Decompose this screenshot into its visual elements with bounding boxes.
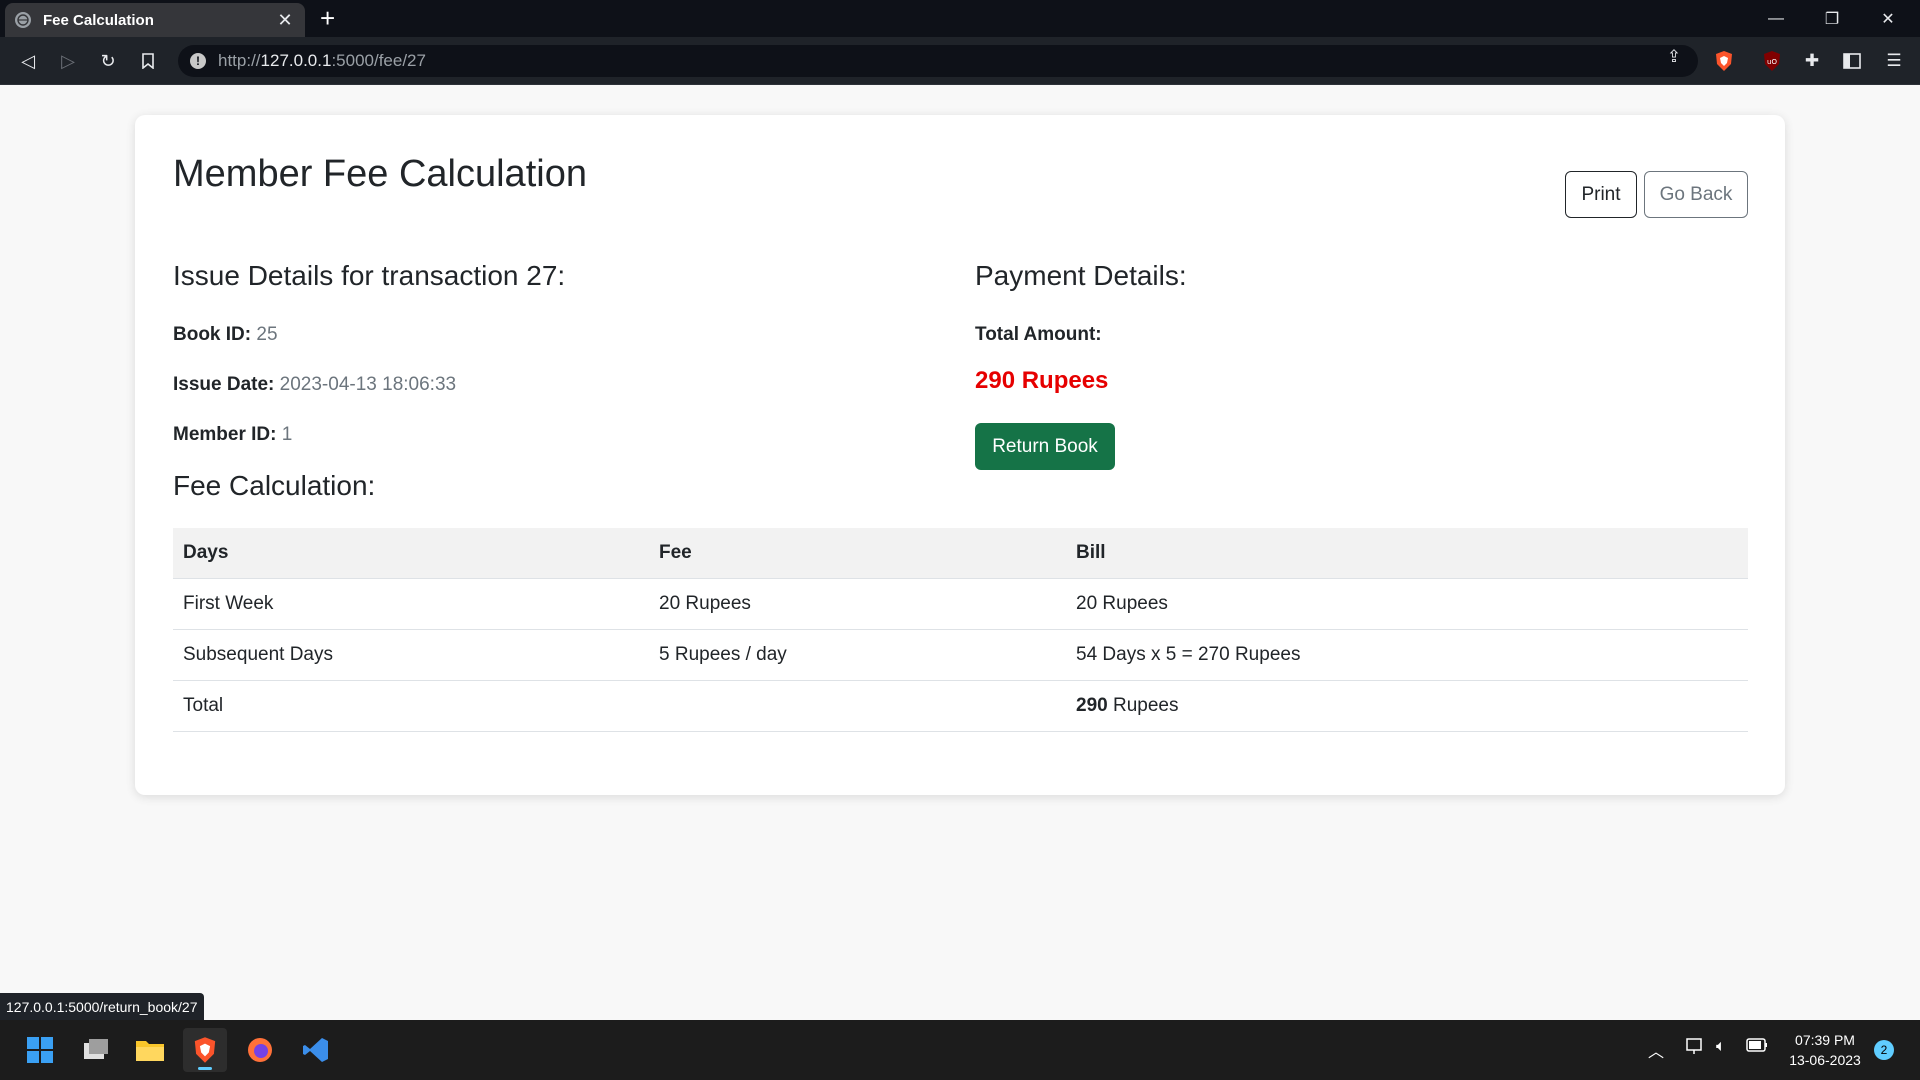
table-total-row: Total 290 Rupees: [173, 680, 1748, 732]
total-unit: Rupees: [1107, 694, 1179, 716]
cell-total-bill: 290 Rupees: [1066, 680, 1748, 732]
forward-icon[interactable]: ▷: [56, 49, 80, 73]
url-path: :5000/fee/27: [331, 51, 426, 70]
sidebar-icon[interactable]: [1840, 49, 1864, 73]
task-view-icon[interactable]: [74, 1028, 118, 1072]
cell-days: First Week: [173, 578, 649, 630]
book-id-label: Book ID:: [173, 324, 252, 345]
payment-details-heading: Payment Details:: [975, 260, 1187, 291]
vscode-icon[interactable]: [294, 1028, 338, 1072]
cell-days: Subsequent Days: [173, 629, 649, 681]
page-title: Member Fee Calculation: [173, 153, 587, 195]
status-link-preview: 127.0.0.1:5000/return_book/27: [0, 993, 204, 1020]
ublock-icon[interactable]: uO: [1760, 49, 1784, 73]
tab-title: Fee Calculation: [43, 11, 154, 29]
share-icon[interactable]: ⇪: [1662, 45, 1686, 69]
volume-icon[interactable]: 🔈︎: [1716, 1038, 1726, 1056]
windows-start-icon[interactable]: [18, 1028, 62, 1072]
table-header-row: Days Fee Bill: [173, 528, 1748, 579]
book-id-value: 25: [256, 324, 278, 345]
print-button[interactable]: Print: [1565, 171, 1637, 218]
cell-bill: 54 Days x 5 = 270 Rupees: [1066, 629, 1748, 681]
table-row: Subsequent Days 5 Rupees / day 54 Days x…: [173, 629, 1748, 681]
new-tab-button[interactable]: +: [320, 4, 335, 32]
cell-fee: 5 Rupees / day: [649, 629, 1066, 681]
cell-total-label: Total: [173, 680, 649, 732]
browser-tab-bar: Fee Calculation ✕ + — ❐ ✕: [0, 0, 1920, 37]
total-amount-row: Total Amount:: [975, 324, 1102, 346]
fee-table: Days Fee Bill First Week 20 Rupees 20 Ru…: [173, 528, 1748, 732]
go-back-button[interactable]: Go Back: [1644, 171, 1748, 218]
issue-date-label: Issue Date:: [173, 374, 275, 395]
issue-date-value: 2023-04-13 18:06:33: [279, 374, 457, 395]
fee-calculation-heading: Fee Calculation:: [173, 470, 376, 501]
return-book-button[interactable]: Return Book: [975, 423, 1115, 470]
svg-text:uO: uO: [1767, 58, 1777, 66]
globe-icon: [15, 12, 31, 28]
brave-shield-icon[interactable]: [1712, 49, 1736, 73]
column-header-fee: Fee: [649, 528, 1066, 579]
chevron-up-icon[interactable]: ︿: [1648, 1038, 1664, 1062]
battery-icon[interactable]: [1746, 1038, 1768, 1057]
browser-toolbar: ◁ ▷ ↻ ! http://127.0.0.1:5000/fee/27 ⇪ u…: [0, 37, 1920, 85]
browser-tab[interactable]: Fee Calculation ✕: [5, 3, 305, 37]
site-info-icon[interactable]: !: [190, 53, 206, 69]
book-id-row: Book ID: 25: [173, 324, 278, 346]
address-bar[interactable]: ! http://127.0.0.1:5000/fee/27: [178, 45, 1698, 77]
url-prefix: http://: [218, 51, 261, 70]
issue-date-row: Issue Date: 2023-04-13 18:06:33: [173, 374, 456, 396]
column-header-bill: Bill: [1066, 528, 1748, 579]
clock[interactable]: 07:39 PM 13-06-2023: [1780, 1030, 1870, 1070]
taskbar: ︿ 🔈︎ 07:39 PM 13-06-2023 2: [0, 1020, 1920, 1080]
bookmark-icon[interactable]: [136, 49, 160, 73]
clock-date: 13-06-2023: [1789, 1052, 1861, 1068]
restore-icon[interactable]: ❐: [1804, 0, 1860, 37]
cell-empty: [649, 680, 1066, 732]
extensions-icon[interactable]: ✚: [1800, 49, 1824, 73]
issue-details-heading: Issue Details for transaction 27:: [173, 260, 566, 291]
window-close-icon[interactable]: ✕: [1860, 0, 1916, 37]
reload-icon[interactable]: ↻: [96, 49, 120, 73]
clock-time: 07:39 PM: [1795, 1032, 1855, 1048]
cell-bill: 20 Rupees: [1066, 578, 1748, 630]
member-id-label: Member ID:: [173, 424, 277, 445]
network-icon[interactable]: [1686, 1038, 1706, 1061]
minimize-icon[interactable]: —: [1748, 0, 1804, 37]
member-id-row: Member ID: 1: [173, 424, 292, 446]
member-id-value: 1: [281, 424, 293, 445]
menu-icon[interactable]: ☰: [1882, 49, 1906, 73]
brave-browser-icon[interactable]: [183, 1028, 227, 1072]
notification-badge[interactable]: 2: [1874, 1040, 1894, 1060]
fee-card: Member Fee Calculation Print Go Back Iss…: [135, 115, 1785, 795]
cell-fee: 20 Rupees: [649, 578, 1066, 630]
firefox-icon[interactable]: [238, 1028, 282, 1072]
total-value: 290: [1076, 694, 1108, 716]
total-amount-value: 290 Rupees: [975, 367, 1109, 394]
active-indicator: [198, 1067, 212, 1070]
url-host: 127.0.0.1: [260, 51, 332, 70]
back-icon[interactable]: ◁: [16, 49, 40, 73]
column-header-days: Days: [173, 528, 649, 579]
close-tab-icon[interactable]: ✕: [275, 10, 295, 31]
file-explorer-icon[interactable]: [128, 1028, 172, 1072]
table-row: First Week 20 Rupees 20 Rupees: [173, 578, 1748, 630]
total-amount-label: Total Amount:: [975, 324, 1102, 345]
